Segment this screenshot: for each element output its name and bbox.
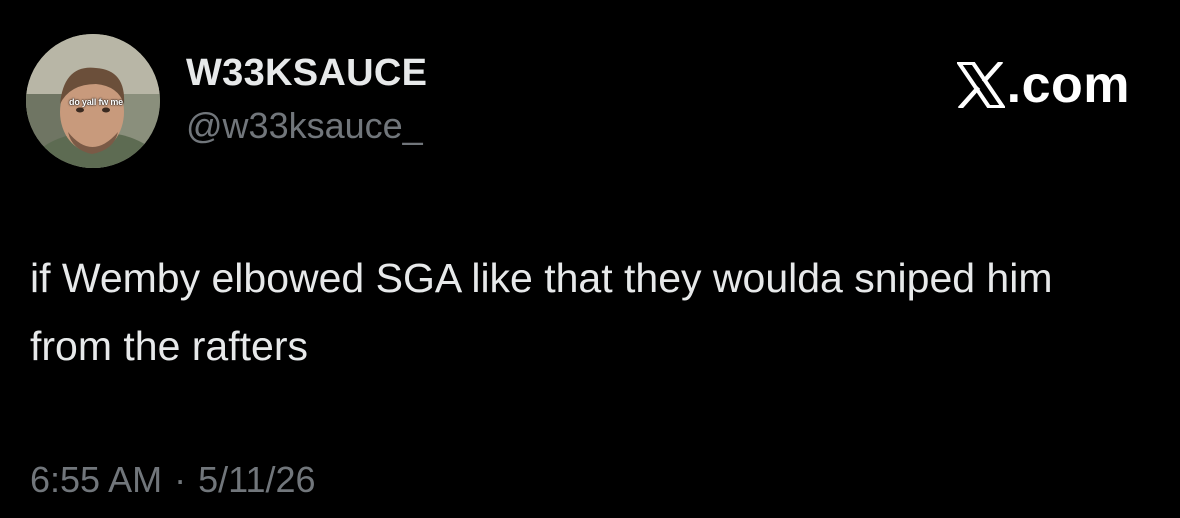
tweet-text: if Wemby elbowed SGA like that they woul… [30,255,1053,369]
meta-separator: · [174,459,187,500]
avatar-caption: do yall fw me [69,97,123,107]
x-brand-watermark: .com [956,54,1130,116]
x-logo-icon [956,62,1005,108]
tweet-timestamp[interactable]: 6:55 AM · 5/11/26 [30,456,316,504]
tweet-card: do yall fw me W33KSAUCE @w33ksauce_ .com… [0,0,1180,518]
tweet-date: 5/11/26 [198,459,316,500]
tweet-time: 6:55 AM [30,459,163,500]
avatar[interactable]: do yall fw me [26,34,160,168]
display-name[interactable]: W33KSAUCE [186,50,427,96]
user-handle[interactable]: @w33ksauce_ [186,104,423,148]
brand-domain-label: .com [1006,56,1130,114]
